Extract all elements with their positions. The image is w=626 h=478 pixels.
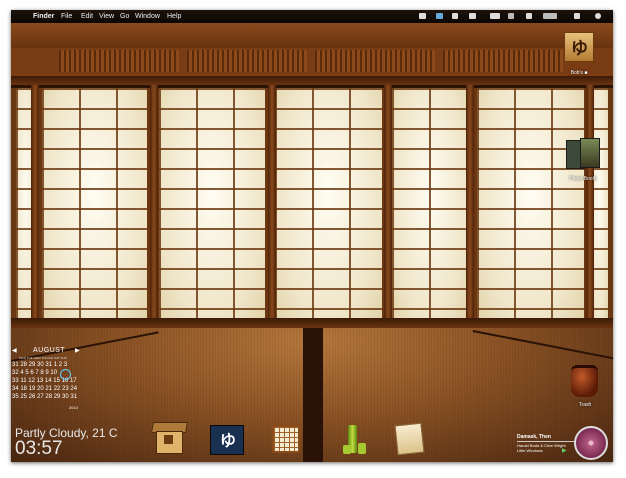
pillar xyxy=(150,85,158,323)
menu-help[interactable]: Help xyxy=(167,10,181,23)
bamboo-icon[interactable] xyxy=(343,425,367,455)
menu-window[interactable]: Window xyxy=(135,10,160,23)
screen-icon[interactable] xyxy=(419,13,426,19)
shoji-panel xyxy=(37,88,152,320)
photo-booth-label: Photo Booth xyxy=(569,176,597,182)
calendar-prev-arrow[interactable]: ◀ xyxy=(12,347,17,354)
yu-app-icon[interactable]: ゆ xyxy=(210,425,244,455)
progress-bar xyxy=(517,441,575,442)
calendar-year: 2014 xyxy=(69,405,78,410)
menu-view[interactable]: View xyxy=(99,10,114,23)
hd-icon[interactable]: ゆ xyxy=(564,32,594,62)
menu-finder[interactable]: Finder xyxy=(33,10,54,23)
yu-glyph-icon: ゆ xyxy=(220,431,236,450)
pillar xyxy=(466,85,474,323)
svg-text:ゆ: ゆ xyxy=(220,431,236,450)
trash-icon[interactable] xyxy=(571,365,598,397)
hd-icon-label: Bob's ■ xyxy=(570,70,588,76)
music-disc[interactable] xyxy=(574,426,608,460)
status-icon[interactable] xyxy=(469,13,476,19)
menu-file[interactable]: File xyxy=(61,10,72,23)
calendar-week: 35 25 26 27 28 29 30 31 xyxy=(12,394,78,400)
clock-text: 03:57 xyxy=(15,438,63,459)
yu-glyph-icon: ゆ xyxy=(571,39,588,59)
shoji-panel xyxy=(472,88,589,320)
photo-booth-icon[interactable] xyxy=(566,138,600,169)
desktop: Finder File Edit View Go Window Help ゆ B… xyxy=(11,10,613,462)
play-icon[interactable]: ▶ xyxy=(562,447,567,454)
floor-sill xyxy=(11,318,613,328)
menu-edit[interactable]: Edit xyxy=(81,10,93,23)
scroll-icon[interactable] xyxy=(394,422,425,456)
calendar-week: 31 28 29 30 31 1 2 3 xyxy=(12,362,68,368)
calendar-week: 32 4 5 6 7 8 9 10 xyxy=(12,370,58,376)
shoji-panel xyxy=(387,88,472,320)
calendar-today-marker xyxy=(60,369,71,380)
shoji-app-icon[interactable] xyxy=(272,425,300,453)
finder-shrine-icon[interactable] xyxy=(151,422,188,454)
calendar-next-arrow[interactable]: ▶ xyxy=(75,347,80,354)
pillar xyxy=(268,85,276,323)
spotlight-icon[interactable] xyxy=(595,13,601,19)
calendar-month: AUGUST xyxy=(33,347,66,354)
calendar-week: 34 18 19 20 21 22 23 24 xyxy=(12,386,78,392)
wifi-icon[interactable] xyxy=(508,13,514,19)
calendar-weekdays: MON TUE WED THU FRI SAT SUN xyxy=(19,356,67,360)
grid-icon[interactable] xyxy=(452,13,458,19)
battery-icon[interactable] xyxy=(490,13,500,19)
bluetooth-icon[interactable] xyxy=(436,13,443,19)
shoji-panel xyxy=(154,88,270,320)
pillar xyxy=(31,85,39,323)
lintel xyxy=(11,76,613,85)
menu-bar: Finder File Edit View Go Window Help xyxy=(11,10,613,23)
svg-text:ゆ: ゆ xyxy=(571,39,588,59)
clock-menu-icon[interactable] xyxy=(543,13,557,19)
shoji-panel xyxy=(270,88,387,320)
transom xyxy=(11,48,613,76)
trash-label: Trash xyxy=(578,402,592,408)
pillar xyxy=(586,85,594,323)
menu-go[interactable]: Go xyxy=(120,10,129,23)
pillar xyxy=(384,85,392,323)
volume-icon[interactable] xyxy=(526,13,532,19)
user-icon[interactable] xyxy=(574,13,580,19)
